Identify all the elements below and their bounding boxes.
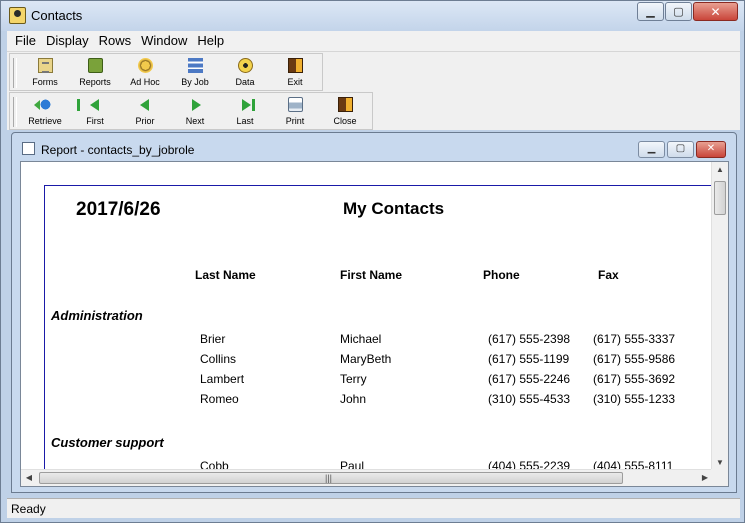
first-name-cell: John bbox=[340, 392, 367, 406]
first-name-cell: Terry bbox=[340, 372, 367, 386]
close-icon: ✕ bbox=[710, 5, 721, 19]
print-button[interactable]: Print bbox=[270, 93, 320, 129]
group-header: Administration bbox=[51, 308, 143, 323]
menu-window[interactable]: Window bbox=[133, 31, 187, 48]
vertical-scrollbar[interactable]: ▲ ▼ bbox=[711, 162, 728, 471]
header-last-name: Last Name bbox=[195, 268, 256, 282]
menu-bar: File Display Rows Window Help bbox=[7, 31, 740, 51]
prior-icon bbox=[140, 99, 149, 111]
adhoc-icon bbox=[138, 58, 153, 73]
first-icon bbox=[77, 99, 99, 111]
header-first-name: First Name bbox=[340, 268, 403, 282]
window-title: Contacts bbox=[31, 8, 83, 23]
reports-icon bbox=[88, 58, 103, 73]
status-text: Ready bbox=[11, 502, 46, 516]
contacts-app-icon[interactable] bbox=[9, 7, 26, 24]
scroll-up-arrow-icon[interactable]: ▲ bbox=[712, 162, 728, 178]
fax-cell: (617) 555-3692 bbox=[593, 372, 676, 386]
menu-file[interactable]: File bbox=[7, 31, 36, 48]
group-header: Customer support bbox=[51, 435, 164, 450]
next-button[interactable]: Next bbox=[170, 93, 220, 129]
report-view[interactable]: 2017/6/26 My Contacts Last Name First Na… bbox=[20, 161, 729, 487]
close-button[interactable]: ✕ bbox=[693, 2, 738, 21]
prior-button[interactable]: Prior bbox=[120, 93, 170, 129]
first-name-cell: MaryBeth bbox=[340, 352, 392, 366]
byjob-icon bbox=[188, 58, 203, 73]
header-phone: Phone bbox=[483, 268, 520, 282]
last-button[interactable]: Last bbox=[220, 93, 270, 129]
close-icon: ✕ bbox=[706, 143, 716, 154]
vertical-scroll-thumb[interactable] bbox=[714, 181, 726, 215]
retrieve-button[interactable]: Retrieve bbox=[20, 93, 70, 129]
forms-button[interactable]: Forms bbox=[20, 54, 70, 90]
menu-help[interactable]: Help bbox=[189, 31, 224, 48]
report-title-bar: Report - contacts_by_jobrole ▁ ▢ ✕ bbox=[12, 133, 736, 161]
report-window-icon[interactable] bbox=[22, 142, 35, 155]
title-bar: Contacts ▁ ▢ ✕ bbox=[1, 1, 744, 31]
forms-icon bbox=[38, 58, 53, 73]
minimize-icon: ▁ bbox=[647, 143, 656, 154]
data-button[interactable]: Data bbox=[220, 54, 270, 90]
exit-icon bbox=[288, 58, 303, 73]
minimize-icon: ▁ bbox=[646, 6, 655, 18]
first-button[interactable]: First bbox=[70, 93, 120, 129]
phone-cell: (310) 555-4533 bbox=[488, 392, 571, 406]
scroll-corner bbox=[711, 469, 728, 486]
report-date: 2017/6/26 bbox=[76, 199, 161, 220]
horizontal-scrollbar[interactable]: ◀ ||| ▶ bbox=[21, 469, 713, 486]
byjob-button[interactable]: By Job bbox=[170, 54, 220, 90]
reports-button[interactable]: Reports bbox=[70, 54, 120, 90]
minimize-button[interactable]: ▁ bbox=[637, 2, 664, 21]
app-window: Contacts ▁ ▢ ✕ File Display Rows Window Help… bbox=[0, 0, 745, 523]
last-name-cell: Collins bbox=[200, 352, 237, 366]
navigation-toolbar: Retrieve First Prior Next Last Print Clo… bbox=[9, 92, 373, 130]
menu-display[interactable]: Display bbox=[38, 31, 89, 48]
close-door-icon bbox=[338, 97, 353, 112]
toolbar-area: Forms Reports Ad Hoc By Job Data Exit Re… bbox=[7, 51, 740, 130]
horizontal-scroll-thumb[interactable]: ||| bbox=[39, 472, 623, 484]
exit-button[interactable]: Exit bbox=[270, 54, 320, 90]
fax-cell: (617) 555-3337 bbox=[593, 332, 676, 346]
phone-cell: (617) 555-2246 bbox=[488, 372, 571, 386]
maximize-icon: ▢ bbox=[673, 6, 684, 18]
last-name-cell: Romeo bbox=[200, 392, 239, 406]
report-minimize-button[interactable]: ▁ bbox=[638, 141, 665, 158]
phone-cell: (617) 555-2398 bbox=[488, 332, 571, 346]
maximize-button[interactable]: ▢ bbox=[665, 2, 692, 21]
first-name-cell: Michael bbox=[340, 332, 382, 346]
menu-rows[interactable]: Rows bbox=[91, 31, 132, 48]
report-title: My Contacts bbox=[343, 199, 445, 218]
retrieve-icon bbox=[34, 97, 53, 112]
report-window: Report - contacts_by_jobrole ▁ ▢ ✕ 2017/… bbox=[11, 132, 737, 493]
maximize-icon: ▢ bbox=[675, 143, 686, 154]
last-name-cell: Lambert bbox=[200, 372, 245, 386]
scroll-left-arrow-icon[interactable]: ◀ bbox=[21, 470, 37, 486]
last-icon bbox=[242, 99, 255, 111]
print-icon bbox=[288, 97, 303, 112]
adhoc-button[interactable]: Ad Hoc bbox=[120, 54, 170, 90]
fax-cell: (310) 555-1233 bbox=[593, 392, 676, 406]
main-toolbar: Forms Reports Ad Hoc By Job Data Exit bbox=[9, 53, 323, 91]
status-bar: Ready bbox=[7, 498, 740, 518]
phone-cell: (617) 555-1199 bbox=[488, 352, 570, 366]
fax-cell: (617) 555-9586 bbox=[593, 352, 676, 366]
report-close-button[interactable]: ✕ bbox=[696, 141, 726, 158]
header-fax: Fax bbox=[598, 268, 619, 282]
data-icon bbox=[238, 58, 253, 73]
close-report-button[interactable]: Close bbox=[320, 93, 370, 129]
report-window-title: Report - contacts_by_jobrole bbox=[41, 143, 195, 157]
next-icon bbox=[192, 99, 201, 111]
report-maximize-button[interactable]: ▢ bbox=[667, 141, 694, 158]
grip-icon: ||| bbox=[325, 473, 333, 483]
last-name-cell: Brier bbox=[200, 332, 226, 346]
